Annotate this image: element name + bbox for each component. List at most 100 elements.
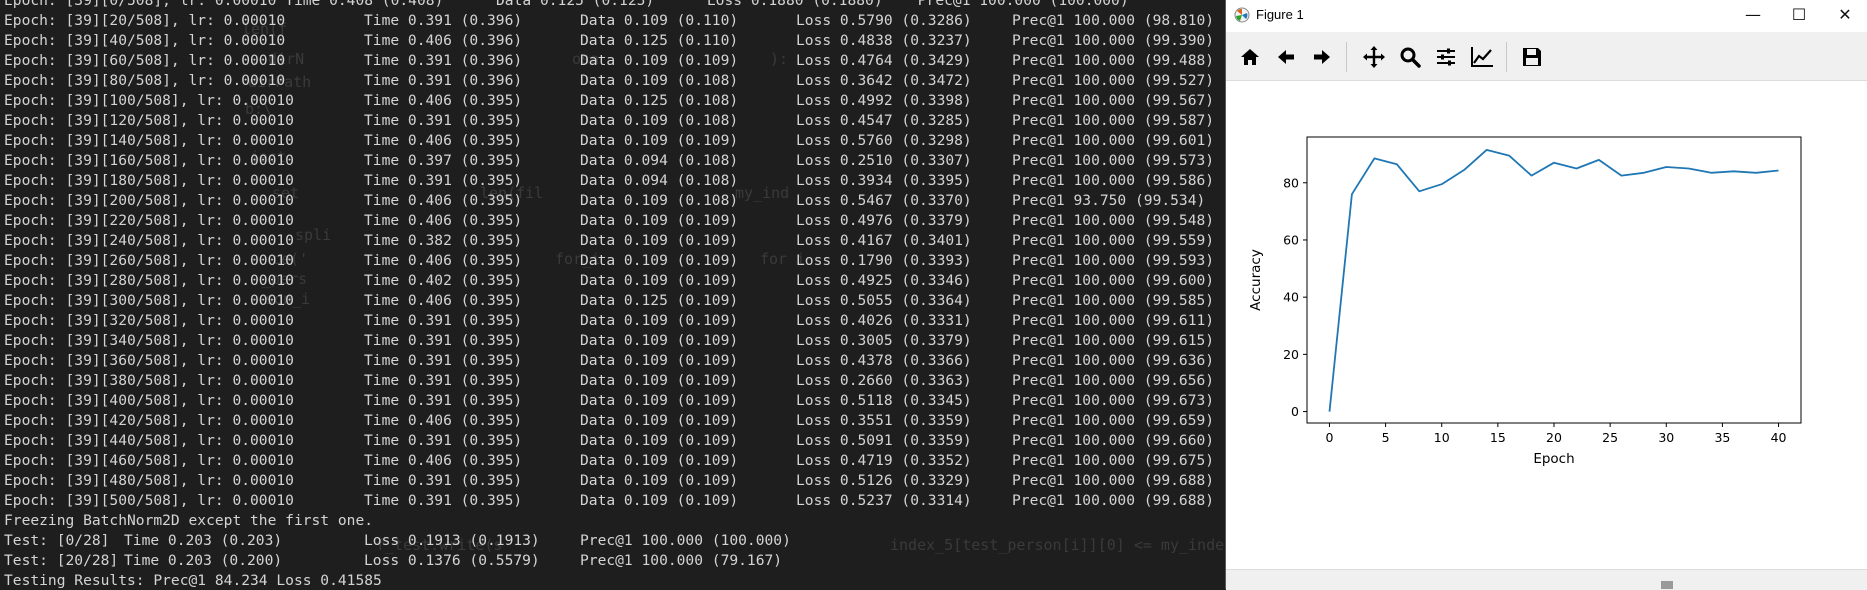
status-bar [1226, 569, 1867, 590]
log-data: Data 0.125 (0.110) [580, 31, 738, 51]
log-prec: Prec@1 100.000 (99.673) [1012, 391, 1214, 411]
log-time: Time 0.391 (0.396) [364, 51, 522, 71]
log-data: Data 0.109 (0.109) [580, 451, 738, 471]
log-time: Time 0.397 (0.395) [364, 151, 522, 171]
figure-window[interactable]: Figure 1 — ☐ ✕ 051015202 [1225, 0, 1867, 589]
toolbar-separator [1506, 42, 1507, 72]
log-loss: Loss 0.4378 (0.3366) [796, 351, 972, 371]
title-bar[interactable]: Figure 1 — ☐ ✕ [1226, 0, 1867, 32]
test-time: Time 0.203 (0.200) [124, 551, 282, 571]
log-prec: Prec@1 100.000 (99.567) [1012, 91, 1214, 111]
log-prec: Prec@1 100.000 (99.656) [1012, 371, 1214, 391]
log-loss: Loss 0.2510 (0.3307) [796, 151, 972, 171]
x-tick-label: 35 [1714, 430, 1730, 445]
log-time: Time 0.391 (0.396) [364, 11, 522, 31]
axes-frame [1307, 137, 1801, 423]
log-loss: Loss 0.3934 (0.3395) [796, 171, 972, 191]
minimize-button[interactable]: — [1730, 0, 1776, 32]
log-epoch: Epoch: [39][280/508], lr: 0.00010 [4, 271, 294, 291]
back-arrow-icon[interactable] [1270, 41, 1302, 73]
log-data: Data 0.109 (0.108) [580, 71, 738, 91]
x-tick-label: 25 [1602, 430, 1618, 445]
test-time: Time 0.203 (0.203) [124, 531, 282, 551]
test-label: Test: [0/28] [4, 531, 109, 551]
test-loss: Loss 0.1376 (0.5579) [364, 551, 540, 571]
log-prec: Prec@1 100.000 (99.615) [1012, 331, 1214, 351]
background-code-fragment: index_5[test_person[i]][0] <= my_index a… [890, 536, 1230, 554]
log-data: Data 0.109 (0.109) [580, 491, 738, 511]
log-loss: Loss 0.3642 (0.3472) [796, 71, 972, 91]
log-prec: Prec@1 100.000 (99.585) [1012, 291, 1214, 311]
log-epoch: Epoch: [39][440/508], lr: 0.00010 [4, 431, 294, 451]
home-icon[interactable] [1234, 41, 1266, 73]
log-time: Time 0.406 (0.395) [364, 211, 522, 231]
pan-icon[interactable] [1358, 41, 1390, 73]
scrollbar-thumb[interactable] [1661, 581, 1673, 589]
log-epoch: Epoch: [39][20/508], lr: 0.00010 [4, 11, 285, 31]
log-epoch: Epoch: [39][220/508], lr: 0.00010 [4, 211, 294, 231]
zoom-icon[interactable] [1394, 41, 1426, 73]
configure-subplots-icon[interactable] [1430, 41, 1462, 73]
log-epoch: Epoch: [39][500/508], lr: 0.00010 [4, 491, 294, 511]
log-text: Freezing BatchNorm2D except the first on… [4, 511, 373, 531]
log-epoch: Epoch: [39][480/508], lr: 0.00010 [4, 471, 294, 491]
log-time: Time 0.391 (0.395) [364, 171, 522, 191]
log-prec: Prec@1 100.000 (99.611) [1012, 311, 1214, 331]
log-time: Time 0.391 (0.395) [364, 111, 522, 131]
log-data: Data 0.109 (0.109) [580, 311, 738, 331]
log-time: Time 0.406 (0.395) [364, 91, 522, 111]
log-loss: Loss 0.4547 (0.3285) [796, 111, 972, 131]
accuracy-line-chart[interactable]: 0510152025303540020406080EpochAccuracy [1226, 81, 1867, 569]
background-code-fragment: spli [295, 226, 331, 244]
log-time: Time 0.406 (0.395) [364, 191, 522, 211]
log-prec: Prec@1 100.000 (99.636) [1012, 351, 1214, 371]
navigation-toolbar [1226, 32, 1867, 81]
log-time: Time 0.391 (0.395) [364, 351, 522, 371]
log-loss: Loss 0.3551 (0.3359) [796, 411, 972, 431]
log-time: Time 0.402 (0.395) [364, 271, 522, 291]
log-time: Time 0.406 (0.396) [364, 31, 522, 51]
log-prec: Prec@1 100.000 (99.675) [1012, 451, 1214, 471]
log-prec: Prec@1 100.000 (99.390) [1012, 31, 1214, 51]
log-time: Time 0.382 (0.395) [364, 231, 522, 251]
log-time: Time 0.406 (0.395) [364, 411, 522, 431]
x-tick-label: 10 [1434, 430, 1450, 445]
log-loss: Loss 0.5237 (0.3314) [796, 491, 972, 511]
plot-canvas[interactable]: 0510152025303540020406080EpochAccuracy [1226, 81, 1867, 569]
log-time: Time 0.406 (0.395) [364, 451, 522, 471]
log-data: Data 0.109 (0.108) [580, 191, 738, 211]
log-loss: Loss 0.1790 (0.3393) [796, 251, 972, 271]
close-button[interactable]: ✕ [1822, 0, 1867, 32]
log-text: Epoch: [39][0/508], lr: 0.00010 Time 0.4… [4, 0, 1129, 11]
log-time: Time 0.391 (0.395) [364, 331, 522, 351]
y-tick-label: 60 [1283, 232, 1299, 247]
log-prec: Prec@1 100.000 (99.593) [1012, 251, 1214, 271]
log-time: Time 0.391 (0.395) [364, 311, 522, 331]
save-icon[interactable] [1516, 41, 1548, 73]
maximize-button[interactable]: ☐ [1776, 0, 1822, 32]
x-tick-label: 15 [1490, 430, 1506, 445]
log-prec: Prec@1 100.000 (99.601) [1012, 131, 1214, 151]
log-loss: Loss 0.4167 (0.3401) [796, 231, 972, 251]
log-loss: Loss 0.5467 (0.3370) [796, 191, 972, 211]
forward-arrow-icon[interactable] [1306, 41, 1338, 73]
log-data: Data 0.109 (0.109) [580, 431, 738, 451]
log-loss: Loss 0.4719 (0.3352) [796, 451, 972, 471]
window-title: Figure 1 [1256, 7, 1304, 22]
log-epoch: Epoch: [39][320/508], lr: 0.00010 [4, 311, 294, 331]
log-epoch: Epoch: [39][100/508], lr: 0.00010 [4, 91, 294, 111]
log-epoch: Epoch: [39][140/508], lr: 0.00010 [4, 131, 294, 151]
log-prec: Prec@1 100.000 (99.600) [1012, 271, 1214, 291]
log-epoch: Epoch: [39][160/508], lr: 0.00010 [4, 151, 294, 171]
x-tick-label: 5 [1382, 430, 1390, 445]
log-prec: Prec@1 100.000 (99.659) [1012, 411, 1214, 431]
test-loss: Loss 0.1913 (0.1913) [364, 531, 540, 551]
log-data: Data 0.109 (0.110) [580, 11, 738, 31]
edit-axis-icon[interactable] [1466, 41, 1498, 73]
log-loss: Loss 0.5126 (0.3329) [796, 471, 972, 491]
log-loss: Loss 0.5760 (0.3298) [796, 131, 972, 151]
toolbar-separator [1346, 42, 1347, 72]
log-loss: Loss 0.5118 (0.3345) [796, 391, 972, 411]
log-epoch: Epoch: [39][460/508], lr: 0.00010 [4, 451, 294, 471]
log-data: Data 0.109 (0.109) [580, 211, 738, 231]
